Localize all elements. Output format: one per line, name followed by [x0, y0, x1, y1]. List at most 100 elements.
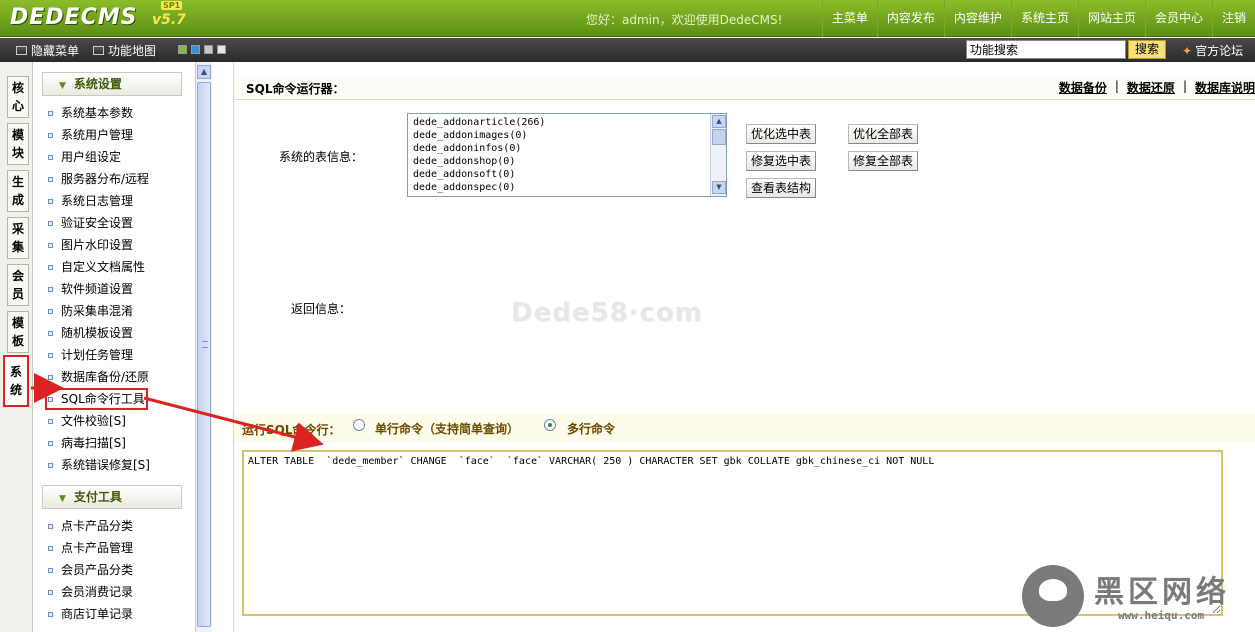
multi-line-radio[interactable] — [544, 419, 556, 431]
table-option[interactable]: dede_addonimages(0) — [408, 129, 726, 142]
repair-all-button[interactable]: 修复全部表 — [848, 151, 919, 171]
data-backup-link[interactable]: 数据备份 — [1059, 79, 1107, 96]
panel-splitter[interactable] — [212, 62, 234, 632]
vtab-collect[interactable]: 采集 — [7, 217, 29, 259]
vtab-generate[interactable]: 生成 — [7, 170, 29, 212]
nav-member-center[interactable]: 会员中心 — [1144, 0, 1212, 37]
optimize-all-button[interactable]: 优化全部表 — [848, 124, 919, 144]
menu-item[interactable]: 验证安全设置 — [48, 215, 133, 231]
menu-item[interactable]: 商店订单记录 — [48, 606, 133, 622]
theme-green-swatch[interactable] — [178, 45, 187, 54]
optimize-selected-button[interactable]: 优化选中表 — [746, 124, 817, 144]
menu-scrollbar[interactable]: ▲ — [195, 62, 212, 632]
top-nav: 主菜单 内容发布 内容维护 系统主页 网站主页 会员中心 注销 — [821, 0, 1255, 37]
theme-light-swatch[interactable] — [217, 45, 226, 54]
bullet-icon — [48, 418, 53, 424]
brand-logo-icon — [1022, 565, 1084, 627]
menu-item-label: 会员产品分类 — [61, 563, 134, 577]
vtab-module[interactable]: 模块 — [7, 123, 29, 165]
menu-item[interactable]: 图片水印设置 — [48, 237, 133, 253]
menu-item-label: 用户组设定 — [61, 150, 122, 164]
bullet-icon — [48, 154, 53, 160]
scrollbar-thumb[interactable] — [197, 82, 211, 627]
database-notes-link[interactable]: 数据库说明 — [1195, 79, 1255, 96]
bullet-icon — [48, 264, 53, 270]
menu-item[interactable]: 文件校验[S] — [48, 413, 126, 429]
section-title: 系统设置 — [73, 77, 122, 91]
hide-menu-icon — [16, 46, 27, 55]
menu-item[interactable]: 点卡产品分类 — [48, 518, 133, 534]
scroll-down-icon[interactable]: ▼ — [712, 181, 726, 194]
separator: | — [1114, 79, 1119, 93]
table-list-scrollbar[interactable]: ▲ ▼ — [710, 114, 726, 196]
bullet-icon — [48, 330, 53, 336]
function-map-button[interactable]: 功能地图 — [93, 42, 156, 59]
vtab-member[interactable]: 会员 — [7, 264, 29, 306]
data-restore-link[interactable]: 数据还原 — [1127, 79, 1175, 96]
menu-item-label: 图片水印设置 — [61, 238, 134, 252]
single-line-radio[interactable] — [353, 419, 365, 431]
menu-item[interactable]: 系统错误修复[S] — [48, 457, 150, 473]
collapse-icon: ▼ — [59, 494, 66, 504]
single-line-label[interactable]: 单行命令（支持简单查询） — [375, 420, 519, 437]
official-forum-link[interactable]: ✦ 官方论坛 — [1182, 42, 1243, 59]
main-header: SQL命令运行器： 数据备份 | 数据还原 | 数据库说明 — [234, 74, 1255, 100]
menu-item[interactable]: 自定义文档属性 — [48, 259, 145, 275]
nav-logout[interactable]: 注销 — [1211, 0, 1255, 37]
theme-blue-swatch[interactable] — [191, 45, 200, 54]
forum-label: 官方论坛 — [1195, 44, 1244, 58]
table-option[interactable]: dede_addonsoft(0) — [408, 168, 726, 181]
table-option[interactable]: dede_addonshop(0) — [408, 155, 726, 168]
menu-item-label: 点卡产品管理 — [61, 541, 134, 555]
nav-content-maintain[interactable]: 内容维护 — [943, 0, 1011, 37]
menu-item[interactable]: 会员产品分类 — [48, 562, 133, 578]
function-search-input[interactable] — [966, 40, 1126, 59]
menu-item[interactable]: 病毒扫描[S] — [48, 435, 126, 451]
repair-selected-button[interactable]: 修复选中表 — [746, 151, 817, 171]
section-payment-tools[interactable]: ▼ 支付工具 — [42, 485, 182, 509]
logo-badge: SP1 — [161, 1, 183, 10]
menu-item[interactable]: 用户组设定 — [48, 149, 121, 165]
nav-main-menu[interactable]: 主菜单 — [821, 0, 877, 37]
menu-item[interactable]: 防采集串混淆 — [48, 303, 133, 319]
vtab-core[interactable]: 核心 — [7, 76, 29, 118]
menu-item[interactable]: 系统基本参数 — [48, 105, 133, 121]
menu-item[interactable]: 软件频道设置 — [48, 281, 133, 297]
nav-system-home[interactable]: 系统主页 — [1010, 0, 1078, 37]
menu-item-label: 防采集串混淆 — [61, 304, 134, 318]
theme-gray-swatch[interactable] — [204, 45, 213, 54]
table-list[interactable]: dede_addonarticle(266) dede_addonimages(… — [407, 113, 727, 197]
scrollbar-thumb[interactable] — [712, 129, 726, 145]
menu-item[interactable]: 会员消费记录 — [48, 584, 133, 600]
menu-item[interactable]: 数据库备份/还原 — [48, 369, 149, 385]
section-system-settings[interactable]: ▼ 系统设置 — [42, 72, 182, 96]
search-button[interactable]: 搜索 — [1128, 40, 1166, 59]
nav-content-publish[interactable]: 内容发布 — [876, 0, 944, 37]
site-brand-watermark: 黑区网络 www.heiqu.com — [1022, 565, 1255, 632]
bullet-icon — [48, 176, 53, 182]
forum-icon: ✦ — [1182, 44, 1193, 58]
menu-item[interactable]: 系统日志管理 — [48, 193, 133, 209]
vtab-template[interactable]: 模板 — [7, 311, 29, 353]
scroll-up-icon[interactable]: ▲ — [712, 115, 726, 128]
nav-site-home[interactable]: 网站主页 — [1077, 0, 1145, 37]
view-structure-button[interactable]: 查看表结构 — [746, 178, 817, 198]
watermark: Dede58·com — [511, 298, 703, 328]
bullet-icon — [48, 242, 53, 248]
menu-item[interactable]: 服务器分布/远程 — [48, 171, 149, 187]
menu-item[interactable]: 点卡产品管理 — [48, 540, 133, 556]
menu-item[interactable]: 随机模板设置 — [48, 325, 133, 341]
menu-item[interactable]: 系统用户管理 — [48, 127, 133, 143]
scroll-up-icon[interactable]: ▲ — [197, 65, 211, 79]
menu-item-label: 商店订单记录 — [61, 607, 134, 621]
menu-item[interactable]: 计划任务管理 — [48, 347, 133, 363]
menu-item-label: 计划任务管理 — [61, 348, 134, 362]
multi-line-label[interactable]: 多行命令 — [567, 420, 615, 437]
hide-menu-button[interactable]: 隐藏菜单 — [16, 42, 79, 59]
menu-item-sql-tool[interactable]: SQL命令行工具 — [45, 388, 148, 410]
vtab-system[interactable]: 系统 — [3, 355, 29, 407]
table-option[interactable]: dede_addonspec(0) — [408, 181, 726, 194]
table-option[interactable]: dede_addonarticle(266) — [408, 114, 726, 129]
table-option[interactable]: dede_addoninfos(0) — [408, 142, 726, 155]
main-panel: SQL命令运行器： 数据备份 | 数据还原 | 数据库说明 系统的表信息： de… — [234, 62, 1255, 632]
